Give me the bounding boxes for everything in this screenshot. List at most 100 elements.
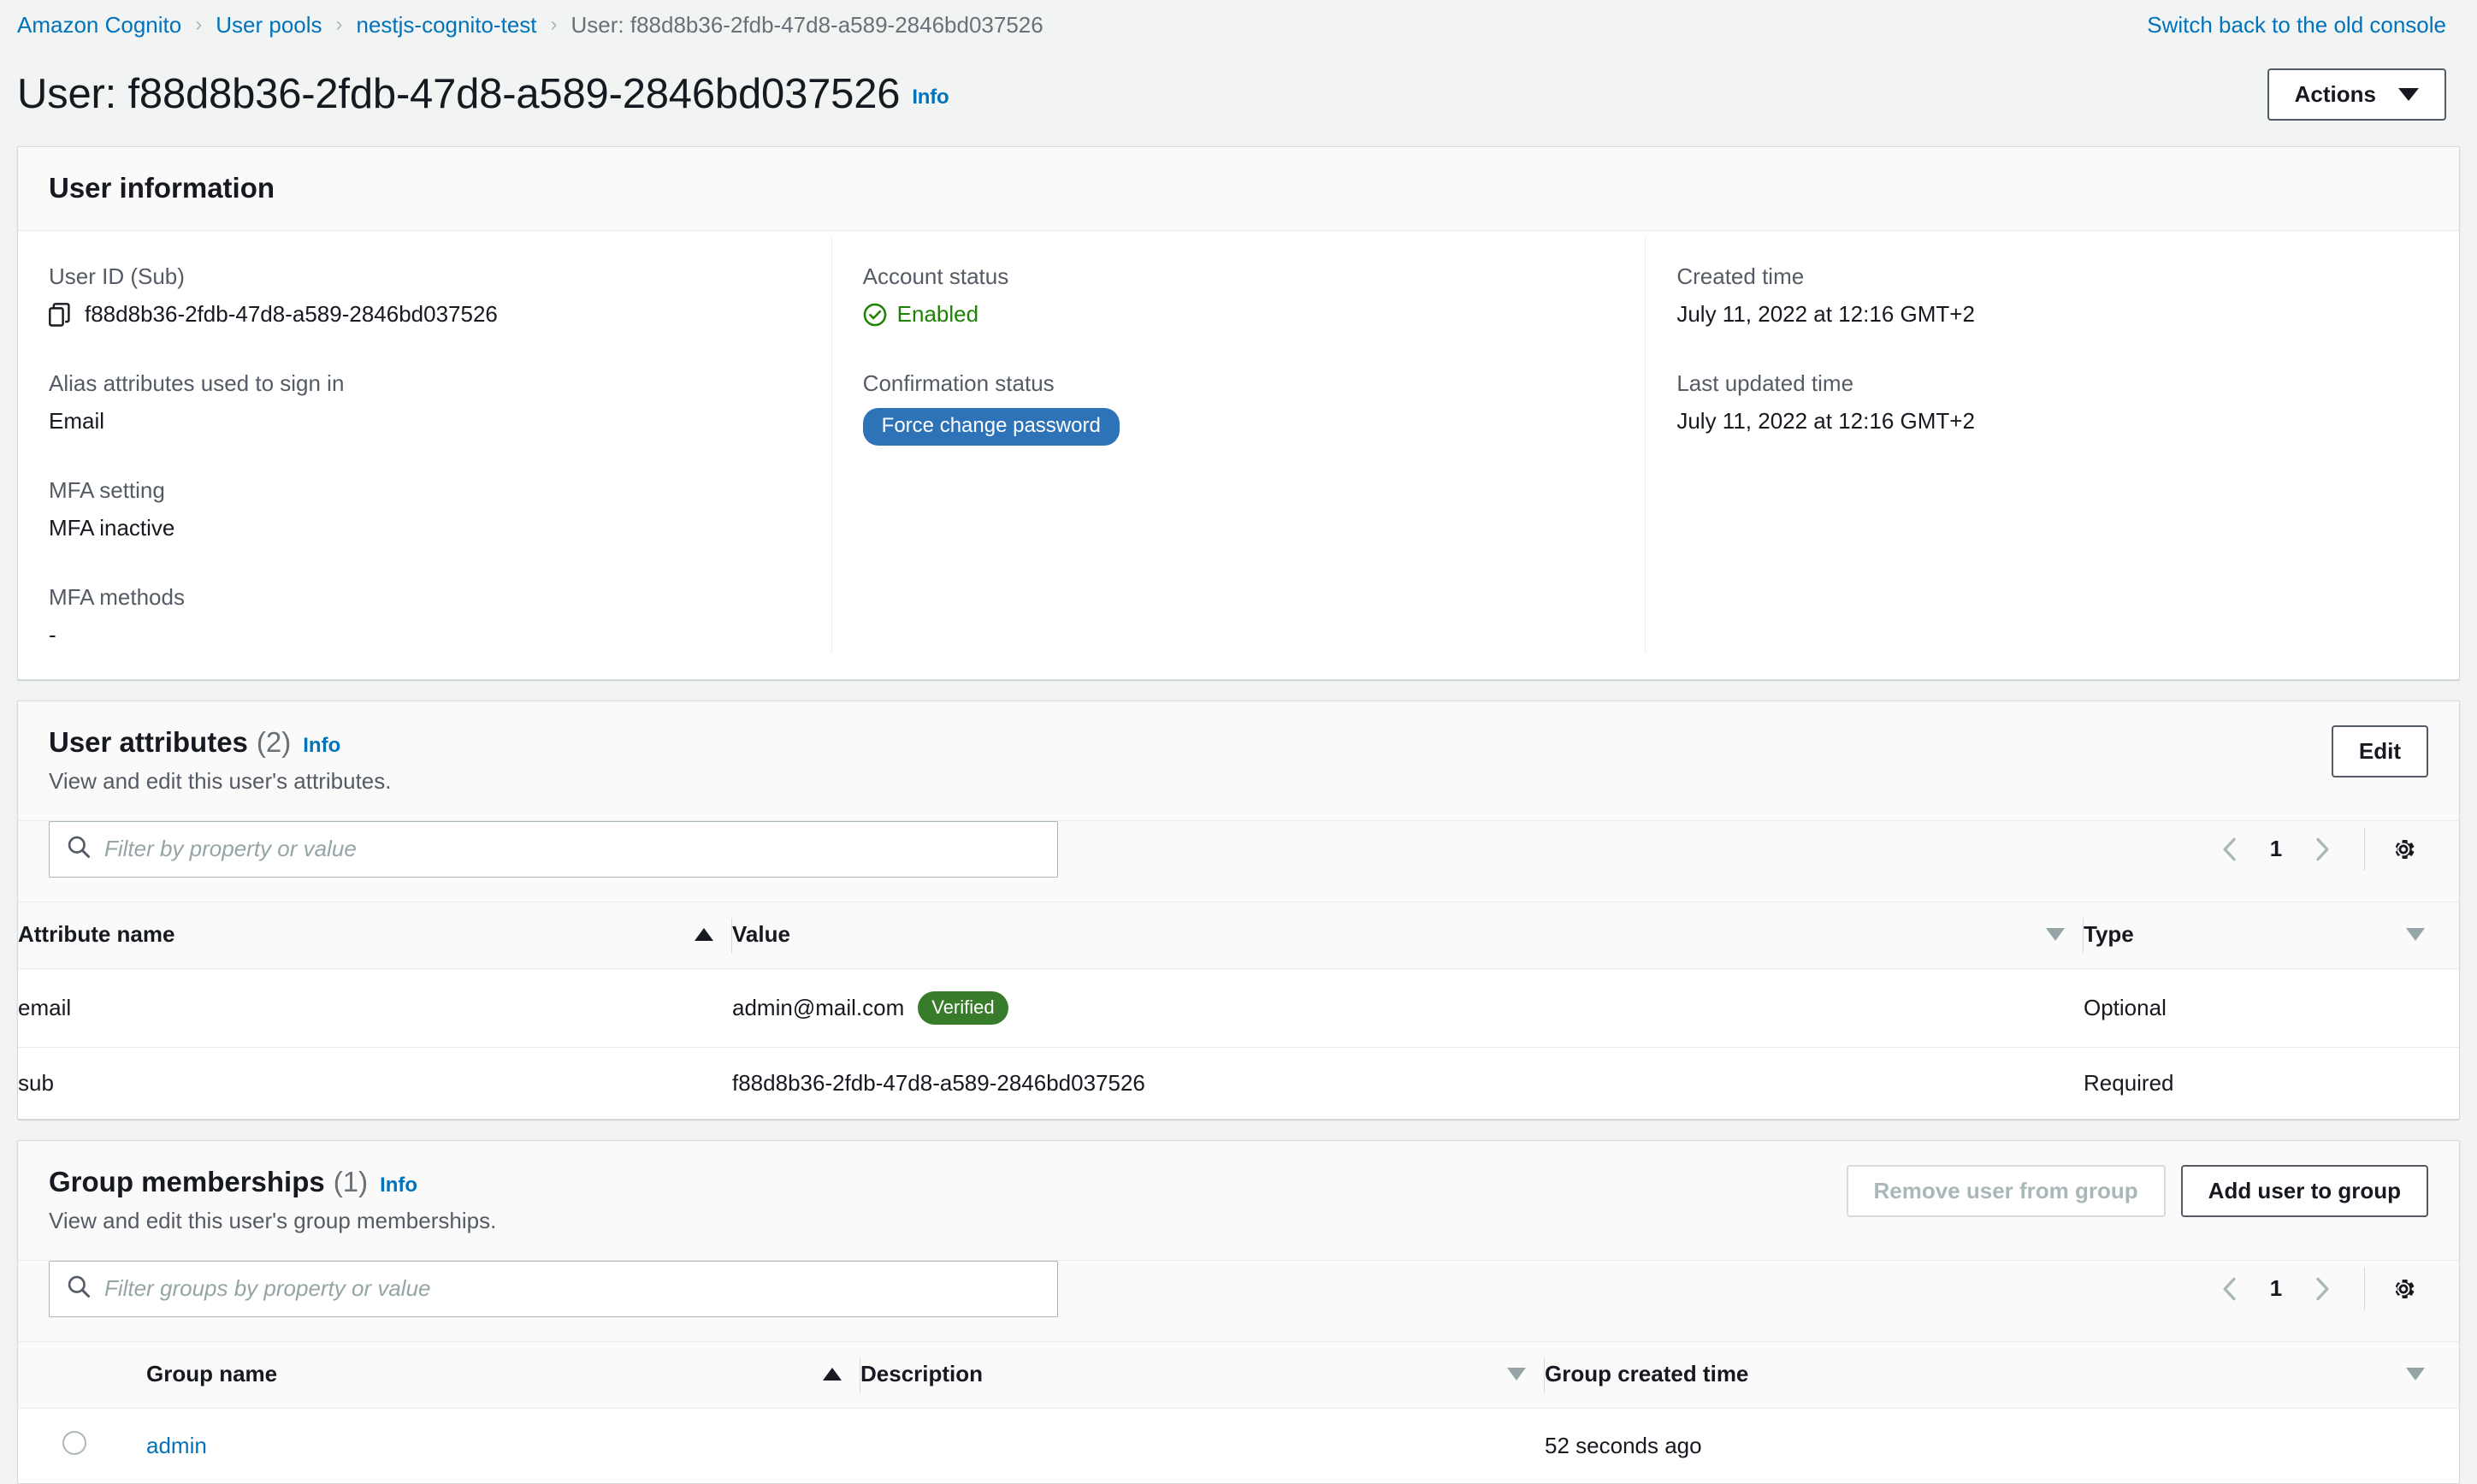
attribute-name-cell: sub [18,1070,54,1097]
breadcrumb-item-current-user: User: f88d8b36-2fdb-47d8-a589-2846bd0375… [570,11,1043,38]
attribute-name-cell: email [18,968,732,1049]
edit-attributes-button[interactable]: Edit [2331,725,2428,777]
attribute-value-cell: f88d8b36-2fdb-47d8-a589-2846bd037526 [732,1070,1145,1097]
user-attributes-table-tools: 1 [18,820,2459,902]
breadcrumb-item-user-pool-name[interactable]: nestjs-cognito-test [357,12,537,38]
user-information-column-left: User ID (Sub) f88d8b36-2fdb-47d8-a589-28… [18,238,831,653]
sort-none-icon [2406,927,2425,941]
breadcrumb-item-user-pools[interactable]: User pools [216,12,322,38]
user-attributes-header: User attributes (2) Info View and edit t… [18,701,2459,821]
account-status-block: Account status Enabled [863,263,1615,328]
actions-button-label: Actions [2294,81,2376,107]
created-time-block: Created time July 11, 2022 at 12:16 GMT+… [1676,263,2428,328]
user-id-value: f88d8b36-2fdb-47d8-a589-2846bd037526 [85,301,498,328]
attribute-type-cell: Optional [2084,968,2459,1049]
column-header-group-name-label: Group name [146,1360,278,1386]
last-updated-time-block: Last updated time July 11, 2022 at 12:16… [1676,370,2428,435]
confirmation-status-badge: Force change password [862,408,1120,446]
mfa-methods-value: - [49,622,56,648]
group-memberships-table: Group name Description Group created tim… [18,1340,2459,1483]
attributes-preferences-gear-icon[interactable] [2379,825,2428,874]
sort-ascending-icon [695,927,713,941]
group-memberships-count: (1) [333,1166,369,1198]
user-attributes-header-actions: Edit [2331,725,2428,777]
column-header-value[interactable]: Value [732,901,2084,969]
user-attributes-title-text: User attributes [49,726,248,759]
group-memberships-card: Group memberships (1) Info View and edit… [17,1140,2460,1484]
user-attributes-table: Attribute name Value Type email admin@ma… [18,901,2459,1120]
breadcrumb-item-amazon-cognito[interactable]: Amazon Cognito [17,12,181,38]
group-created-time-cell: 52 seconds ago [1545,1432,1702,1458]
column-header-description[interactable]: Description [860,1340,1545,1409]
user-information-column-right: Created time July 11, 2022 at 12:16 GMT+… [1645,238,2459,654]
attributes-page-number[interactable]: 1 [2256,836,2296,862]
verified-badge: Verified [918,990,1008,1026]
group-row-radio[interactable] [62,1430,86,1455]
account-status-label: Account status [862,263,1009,290]
mfa-methods-label: MFA methods [49,584,185,611]
table-row: email admin@mail.com Verified Optional [18,968,2459,1049]
breadcrumb-separator-icon: › [550,13,558,36]
last-updated-time-value: July 11, 2022 at 12:16 GMT+2 [1676,408,1975,435]
groups-page-number[interactable]: 1 [2256,1275,2296,1302]
confirmation-status-label: Confirmation status [862,370,1055,397]
user-information-header: User information [18,146,2459,232]
user-attributes-title: User attributes (2) Info [49,725,391,760]
created-time-value: July 11, 2022 at 12:16 GMT+2 [1676,301,1975,328]
attribute-type-cell: Required [2084,1070,2174,1097]
table-row: sub f88d8b36-2fdb-47d8-a589-2846bd037526… [18,1048,2459,1120]
group-name-link[interactable]: admin [146,1433,207,1458]
copy-icon[interactable] [49,302,71,327]
group-select-cell [18,1408,146,1483]
attributes-next-page-icon[interactable] [2296,823,2349,876]
mfa-setting-label: MFA setting [49,477,165,504]
sort-none-icon [2046,927,2065,941]
column-header-type[interactable]: Type [2084,901,2459,969]
groups-preferences-gear-icon[interactable] [2379,1264,2428,1314]
group-memberships-header: Group memberships (1) Info View and edit… [18,1141,2459,1261]
group-description-cell [860,1408,1545,1483]
page-title: User: f88d8b36-2fdb-47d8-a589-2846bd0375… [17,70,949,118]
sort-none-icon [1507,1367,1526,1381]
group-memberships-table-tools: 1 [18,1260,2459,1341]
column-header-select [18,1340,146,1409]
user-attributes-info-link[interactable]: Info [303,734,340,759]
groups-prev-page-icon[interactable] [2203,1262,2256,1315]
attributes-filter-text[interactable] [104,836,1040,863]
switch-old-console-link[interactable]: Switch back to the old console [2147,12,2446,38]
groups-next-page-icon[interactable] [2296,1262,2349,1315]
page-info-link[interactable]: Info [912,86,949,109]
pagination-divider [2364,827,2365,871]
attributes-pagination: 1 [2203,823,2428,876]
check-circle-icon [863,303,886,326]
groups-filter-text[interactable] [104,1275,1040,1303]
group-memberships-table-header-row: Group name Description Group created tim… [18,1340,2459,1409]
group-memberships-title: Group memberships (1) Info [49,1165,496,1199]
attribute-value-text: admin@mail.com [732,994,905,1020]
account-status-value: Enabled [896,301,979,328]
alias-attributes-label: Alias attributes used to sign in [49,370,345,397]
search-icon [67,835,91,863]
group-memberships-info-link[interactable]: Info [380,1174,417,1198]
column-header-attribute-name-label: Attribute name [18,920,175,947]
column-header-attribute-name[interactable]: Attribute name [18,901,732,969]
alias-attributes-value: Email [49,408,105,435]
column-header-group-created-time[interactable]: Group created time [1545,1340,2459,1409]
attributes-prev-page-icon[interactable] [2203,823,2256,876]
attributes-filter-input[interactable] [49,820,1058,878]
remove-user-from-group-button[interactable]: Remove user from group [1846,1165,2166,1217]
actions-button[interactable]: Actions [2267,68,2446,121]
account-status-value-row: Enabled [863,301,1615,328]
breadcrumb-separator-icon: › [195,13,203,36]
alias-attributes-block: Alias attributes used to sign in Email [49,370,801,435]
user-attributes-card: User attributes (2) Info View and edit t… [17,701,2460,1120]
user-information-title-text: User information [49,171,275,204]
mfa-setting-value: MFA inactive [49,515,175,541]
user-attributes-description: View and edit this user's attributes. [49,767,392,794]
column-header-group-name[interactable]: Group name [146,1340,860,1409]
breadcrumb-separator-icon: › [335,13,343,36]
group-memberships-header-actions: Remove user from group Add user to group [1846,1165,2428,1217]
add-user-to-group-button[interactable]: Add user to group [2180,1165,2428,1217]
confirmation-status-block: Confirmation status Force change passwor… [862,370,1615,446]
groups-filter-input[interactable] [49,1260,1058,1317]
